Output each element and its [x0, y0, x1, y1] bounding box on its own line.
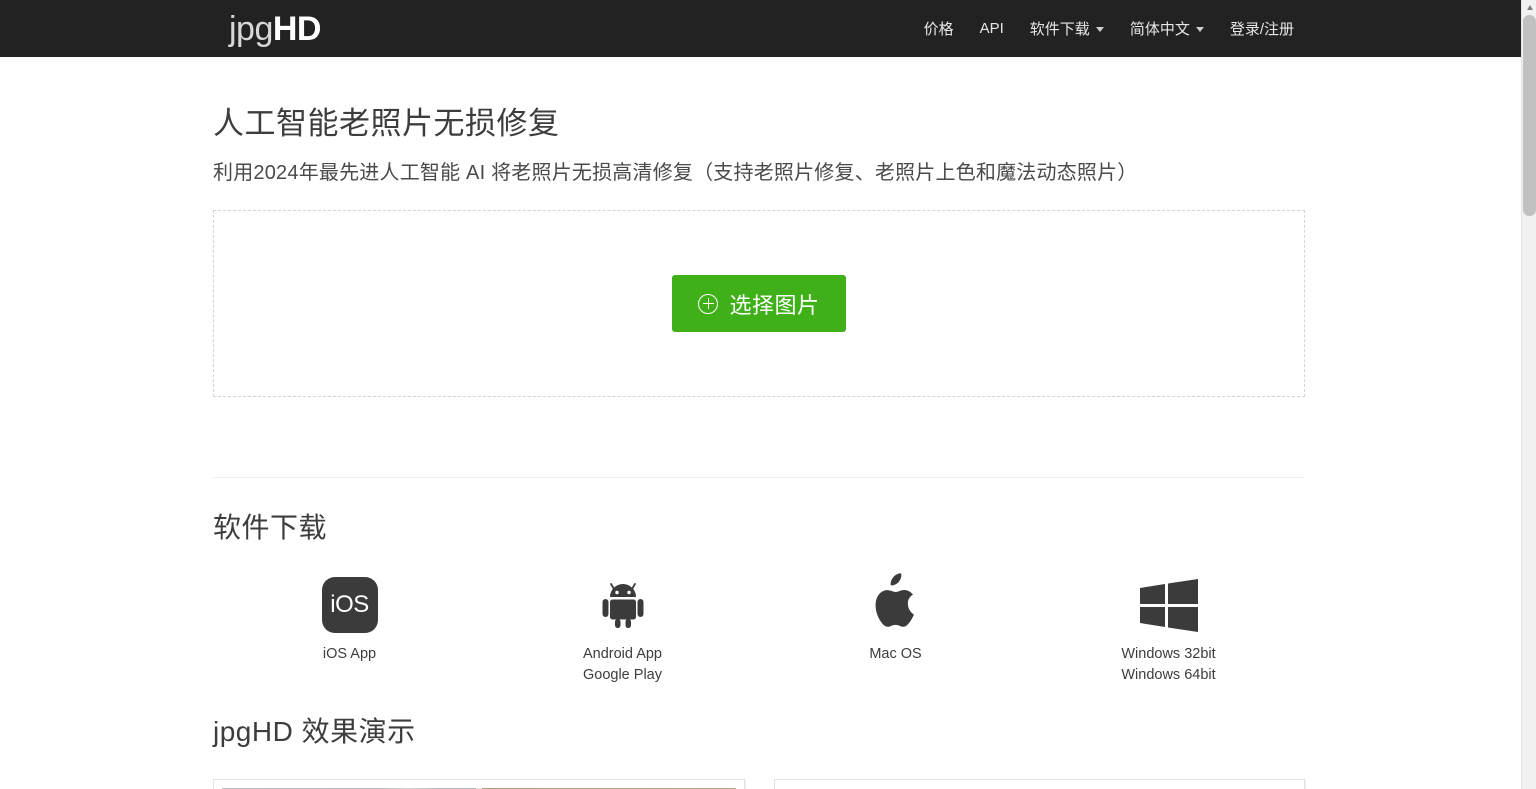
plus-circle-icon: [698, 293, 719, 314]
nav-label-login-register: 登录/注册: [1229, 21, 1294, 38]
download-label-android-line2: Google Play: [582, 666, 662, 683]
demo-section-title: jpgHD 效果演示: [213, 716, 416, 747]
android-robot-icon: [594, 571, 652, 633]
logo-text-hd: HD: [272, 9, 322, 48]
nav-label-downloads: 软件下载: [1029, 21, 1090, 38]
download-label-macos-line1: Mac OS: [869, 646, 922, 662]
nav-label-pricing: 价格: [923, 21, 954, 38]
apple-logo-icon: [868, 571, 924, 633]
download-label-windows-line1: Windows 32bit: [1121, 646, 1216, 662]
chevron-down-icon: [1095, 27, 1104, 32]
upload-dropzone[interactable]: 选择图片: [213, 210, 1305, 397]
triangle-up-icon: [1526, 5, 1533, 10]
scrollbar-thumb[interactable]: [1523, 15, 1536, 216]
ios-app-icon: iOS: [321, 571, 378, 633]
ios-tile-label: iOS: [321, 577, 378, 633]
nav-label-language: 简体中文: [1129, 21, 1190, 38]
site-logo[interactable]: jpg HD: [229, 12, 321, 46]
logo-text-jpg: jpg: [229, 9, 273, 48]
demo-row: [213, 750, 1305, 789]
select-image-button[interactable]: 选择图片: [672, 275, 846, 332]
download-item-windows[interactable]: Windows 32bit Windows 64bit: [1032, 571, 1305, 685]
nav-item-api[interactable]: API: [967, 14, 1017, 43]
demo-card-before-after[interactable]: [213, 779, 745, 789]
download-label-windows-line2: Windows 64bit: [1121, 666, 1216, 683]
nav-label-api: API: [979, 20, 1004, 37]
download-label-windows: Windows 32bit Windows 64bit: [1121, 633, 1215, 685]
windows-logo-icon: [1138, 571, 1200, 633]
site-header: jpg HD 价格 API 软件下载 简体中文 登录/注册: [0, 0, 1521, 57]
nav-item-pricing[interactable]: 价格: [911, 12, 967, 45]
downloads-row: iOS iOS App Android App Google Play Mac …: [213, 546, 1305, 685]
download-label-android-line1: Android App: [582, 646, 662, 662]
demo-card-colorized[interactable]: [773, 779, 1305, 789]
download-label-ios-line1: iOS App: [322, 646, 377, 662]
download-label-macos: Mac OS: [869, 633, 921, 665]
page-viewport: jpg HD 价格 API 软件下载 简体中文 登录/注册 人工智能老照片无损修复: [0, 0, 1521, 789]
page-title: 人工智能老照片无损修复: [213, 106, 560, 141]
nav-item-language[interactable]: 简体中文: [1117, 12, 1217, 45]
download-label-android: Android App Google Play: [583, 633, 662, 685]
select-image-button-label: 选择图片: [729, 292, 820, 318]
page-subtitle: 利用2024年最先进人工智能 AI 将老照片无损高清修复（支持老照片修复、老照片…: [213, 162, 1138, 184]
section-divider: [213, 477, 1305, 478]
scroll-up-arrow-icon[interactable]: [1522, 0, 1536, 15]
page-scrollbar[interactable]: [1521, 0, 1536, 789]
main-content: 人工智能老照片无损修复 利用2024年最先进人工智能 AI 将老照片无损高清修复…: [0, 57, 1521, 789]
download-item-macos[interactable]: Mac OS: [759, 571, 1032, 685]
chevron-down-icon: [1195, 27, 1204, 32]
nav-item-login-register[interactable]: 登录/注册: [1217, 12, 1307, 45]
downloads-section-title: 软件下载: [213, 512, 328, 543]
nav-item-downloads[interactable]: 软件下载: [1017, 12, 1117, 45]
main-navigation: 价格 API 软件下载 简体中文 登录/注册: [911, 12, 1307, 45]
download-label-ios: iOS App: [323, 633, 376, 665]
download-item-ios[interactable]: iOS iOS App: [213, 571, 486, 685]
download-item-android[interactable]: Android App Google Play: [486, 571, 759, 685]
